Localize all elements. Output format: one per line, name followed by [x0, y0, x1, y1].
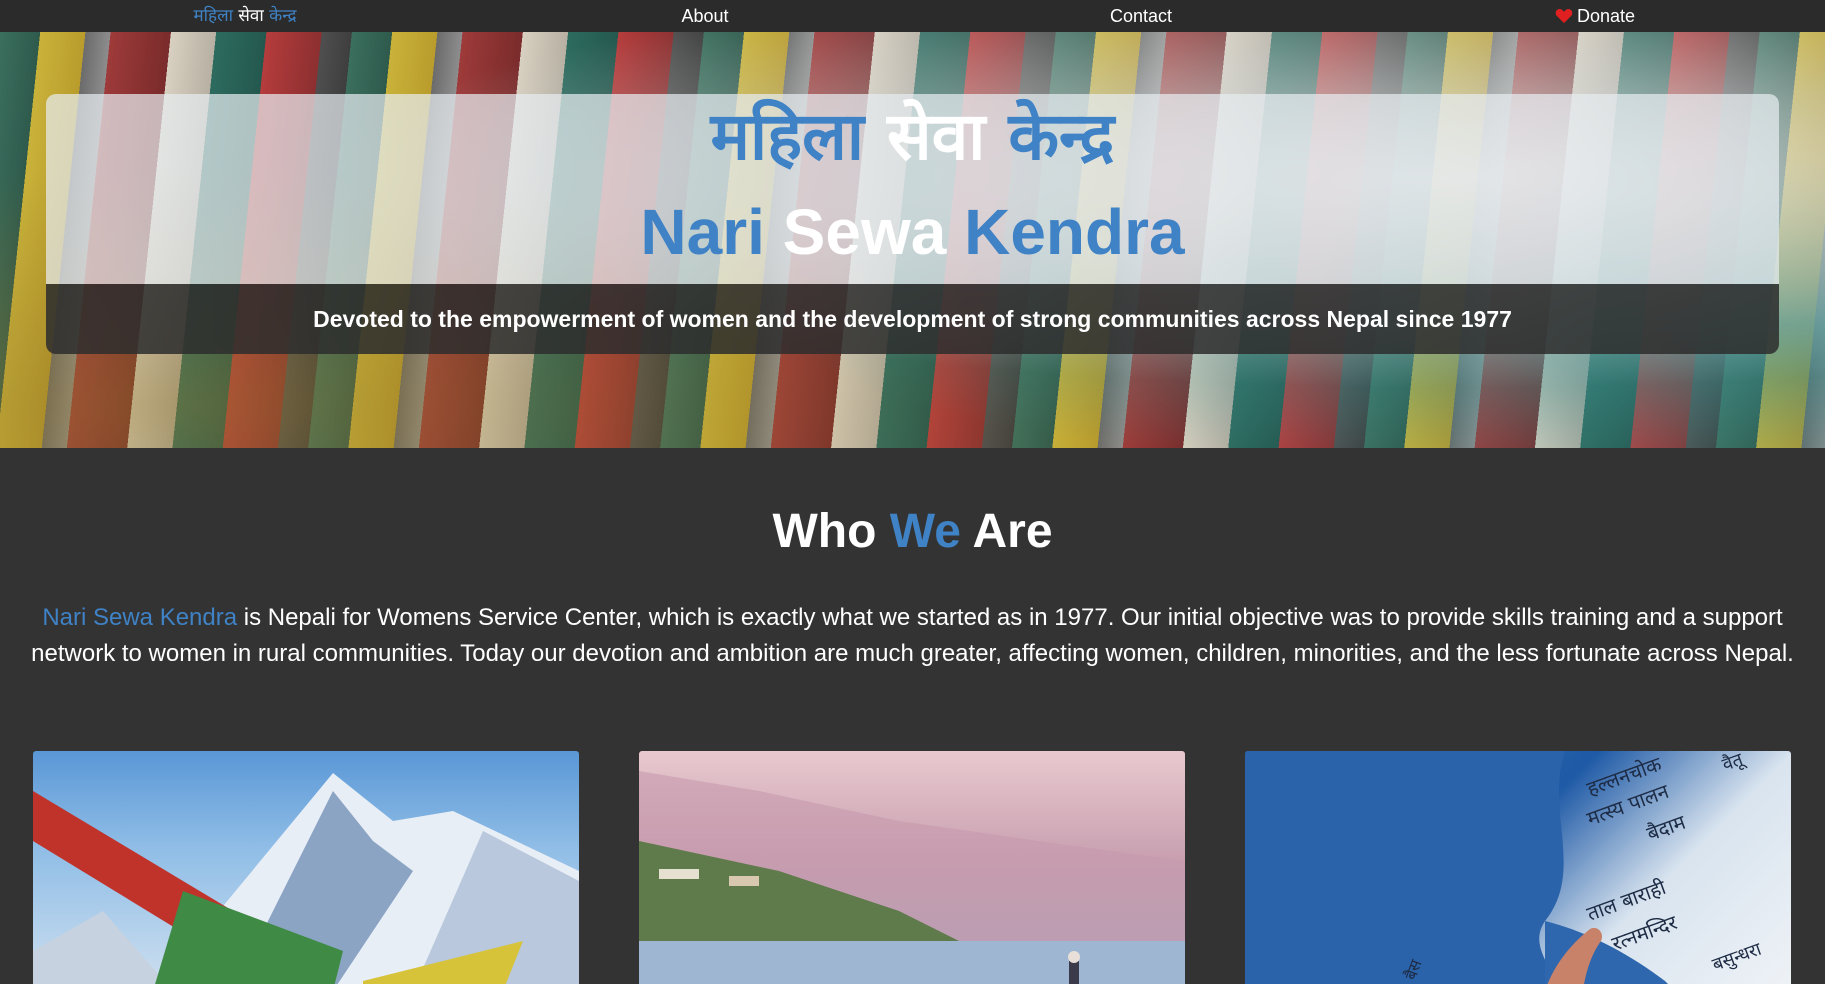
nav-brand-part2: सेवा	[238, 6, 264, 26]
section-title-who-we-are: Who We Are	[0, 500, 1825, 564]
hero-english-part2: Sewa	[782, 196, 947, 268]
nav-contact-link[interactable]: Contact	[1110, 0, 1172, 32]
top-nav: महिला सेवा केन्द्र About Contact Donate	[0, 0, 1825, 32]
hero-english-part1: Nari	[640, 196, 765, 268]
map-label-3: बैदाम	[1644, 809, 1690, 845]
heart-icon	[1555, 9, 1573, 24]
map-image: हल्लनचोक मत्स्य पालन बैदाम ताल बाराही रत…	[1245, 751, 1765, 984]
intro-highlight: Nari Sewa Kendra	[42, 604, 238, 631]
photo-lake-boat	[639, 751, 1185, 984]
intro-line1: is Nepali for Womens Service Center, whi…	[237, 604, 1783, 631]
hero-card-top: महिला सेवा केन्द्र Nari Sewa Kendra	[46, 94, 1779, 284]
nav-donate-link[interactable]: Donate	[1555, 0, 1635, 32]
nav-brand-part3: केन्द्र	[269, 6, 297, 26]
title-part3: Are	[972, 505, 1053, 558]
hero-nepali-part2: सेवा	[886, 98, 986, 175]
intro-paragraph: Nari Sewa Kendra is Nepali for Womens Se…	[24, 600, 1801, 672]
hero-english-title: Nari Sewa Kendra	[46, 192, 1779, 272]
title-part1: Who	[772, 505, 877, 558]
hero-title-card: महिला सेवा केन्द्र Nari Sewa Kendra Devo…	[46, 94, 1779, 354]
nav-donate-label: Donate	[1576, 6, 1636, 26]
map-label-8: वैतू	[1719, 751, 1748, 776]
nav-about-link[interactable]: About	[681, 0, 728, 32]
map-label-6: बसुन्धरा	[1710, 939, 1765, 976]
hero-nepali-part1: महिला	[710, 98, 864, 175]
lake-image	[639, 771, 1185, 984]
title-part2: We	[889, 505, 961, 558]
hero-card-bottom: Devoted to the empowerment of women and …	[46, 284, 1779, 354]
nav-brand-part1: महिला	[193, 6, 234, 26]
hero-nepali-part3: केन्द्र	[1008, 98, 1115, 175]
hero-nepali-title: महिला सेवा केन्द्र	[46, 96, 1779, 178]
hero-banner: महिला सेवा केन्द्र Nari Sewa Kendra Devo…	[0, 32, 1825, 448]
hero-english-part3: Kendra	[964, 196, 1185, 268]
photo-everest-flags	[33, 751, 579, 984]
hero-tagline: Devoted to the empowerment of women and …	[313, 306, 1512, 332]
map-label-5: रत्नमन्दिर	[1609, 910, 1681, 956]
nav-brand-link[interactable]: महिला सेवा केन्द्र	[193, 0, 296, 32]
photo-map-hand: हल्लनचोक मत्स्य पालन बैदाम ताल बाराही रत…	[1245, 751, 1791, 984]
intro-line2: network to women in rural communities. T…	[31, 640, 1794, 667]
mountain-flags-image	[33, 773, 579, 984]
